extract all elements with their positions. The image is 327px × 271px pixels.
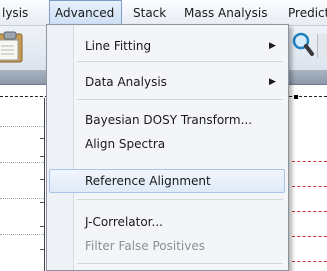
grid-line — [0, 198, 44, 199]
axis-tick — [40, 226, 44, 227]
menu-item-filter-false-positives: Filter False Positives — [85, 239, 205, 253]
submenu-arrow-icon: ▶ — [269, 77, 276, 87]
plot-marker — [294, 95, 298, 99]
spectrum-trace — [292, 161, 327, 162]
menu-mass-analysis[interactable]: Mass Analysis — [184, 0, 267, 25]
magnifier-icon[interactable] — [292, 32, 314, 61]
clipboard-icon[interactable] — [0, 31, 26, 63]
menu-item-align-spectra[interactable]: Align Spectra — [85, 133, 165, 155]
menu-advanced[interactable]: Advanced — [49, 0, 122, 25]
grid-line — [0, 162, 44, 163]
plot-y-axis — [44, 98, 45, 271]
menu-item-reference-alignment[interactable]: Reference Alignment — [85, 170, 211, 192]
axis-tick — [40, 179, 44, 180]
menu-stack[interactable]: Stack — [133, 0, 166, 25]
grid-line — [0, 234, 44, 235]
spectrum-trace — [292, 186, 327, 187]
submenu-arrow-icon: ▶ — [269, 41, 276, 51]
menu-item-bayesian-dosy-transform[interactable]: Bayesian DOSY Transform... — [85, 109, 252, 131]
menu-analysis[interactable]: lysis — [2, 0, 28, 25]
menu-separator — [77, 263, 283, 264]
spectrum-trace — [292, 236, 327, 237]
grid-line — [0, 126, 44, 127]
toolbar-button-partial[interactable] — [317, 34, 327, 58]
menu-separator — [77, 61, 283, 62]
axis-tick — [40, 156, 44, 157]
axis-tick — [40, 249, 44, 250]
advanced-dropdown-menu: Line Fitting ▶ Data Analysis ▶ Bayesian … — [46, 24, 289, 271]
menu-item-line-fitting[interactable]: Line Fitting — [85, 35, 151, 57]
menu-icon-column — [47, 25, 74, 270]
spectrum-trace — [292, 211, 327, 212]
axis-tick — [40, 138, 44, 139]
menu-predict[interactable]: Predict — [288, 0, 327, 25]
spectrum-trace — [292, 261, 327, 262]
menu-bar: lysis Advanced Stack Mass Analysis Predi… — [0, 0, 327, 26]
menu-separator — [77, 199, 283, 200]
menu-item-j-correlator[interactable]: J-Correlator... — [85, 211, 163, 233]
axis-tick — [40, 202, 44, 203]
menu-separator — [77, 99, 283, 100]
menu-item-data-analysis[interactable]: Data Analysis — [85, 71, 167, 93]
